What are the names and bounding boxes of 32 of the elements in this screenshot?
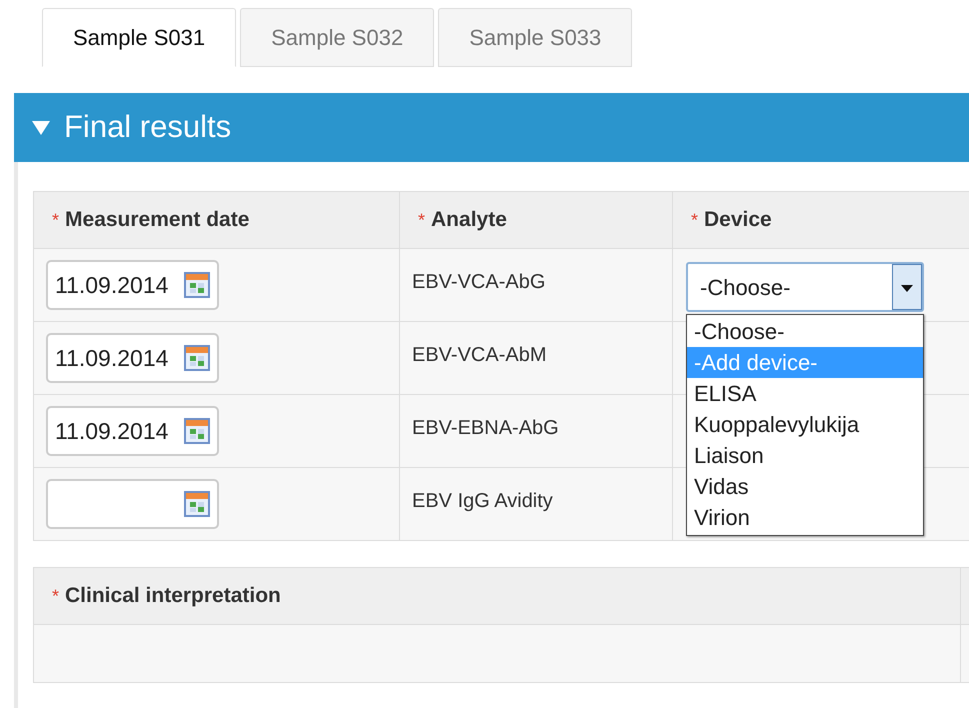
column-header: Measurement date — [65, 207, 250, 234]
required-mark: * — [52, 585, 60, 608]
dropdown-option[interactable]: -Choose- — [687, 316, 923, 347]
dropdown-option[interactable]: Virion — [687, 502, 923, 533]
dropdown-option[interactable]: Liaison — [687, 440, 923, 471]
required-mark: * — [418, 209, 426, 232]
dropdown-option[interactable]: Kuoppalevylukija — [687, 409, 923, 440]
calendar-icon[interactable] — [184, 418, 210, 444]
table-cell: EBV-VCA-AbM — [412, 344, 546, 366]
tab[interactable]: Sample S033 — [438, 8, 632, 67]
dropdown-option[interactable]: Vidas — [687, 471, 923, 502]
date-field[interactable]: 11.09.2014 — [46, 260, 219, 310]
dropdown-option[interactable]: ELISA — [687, 378, 923, 409]
column-header: Clinical interpretation — [65, 583, 281, 610]
table-cell: EBV IgG Avidity — [412, 490, 553, 512]
required-mark: * — [691, 209, 698, 232]
calendar-icon[interactable] — [184, 491, 210, 517]
calendar-icon[interactable] — [184, 272, 210, 298]
device-select[interactable]: -Choose- — [686, 262, 924, 312]
tab[interactable]: Sample S031 — [42, 8, 236, 67]
date-field[interactable]: 11.09.2014 — [46, 406, 219, 456]
table-cell: EBV-EBNA-AbG — [412, 417, 559, 439]
tab[interactable]: Sample S032 — [240, 8, 434, 67]
required-mark: * — [52, 209, 60, 232]
column-header: Analyte — [431, 207, 507, 234]
table-cell: EBV-VCA-AbG — [412, 271, 546, 293]
dropdown-caret-icon[interactable] — [892, 264, 922, 310]
column-header: Device — [704, 207, 772, 234]
date-field[interactable]: 11.09.2014 — [46, 333, 219, 383]
calendar-icon[interactable] — [184, 345, 210, 371]
date-field[interactable] — [46, 479, 219, 529]
section-title: Final results — [64, 108, 232, 146]
